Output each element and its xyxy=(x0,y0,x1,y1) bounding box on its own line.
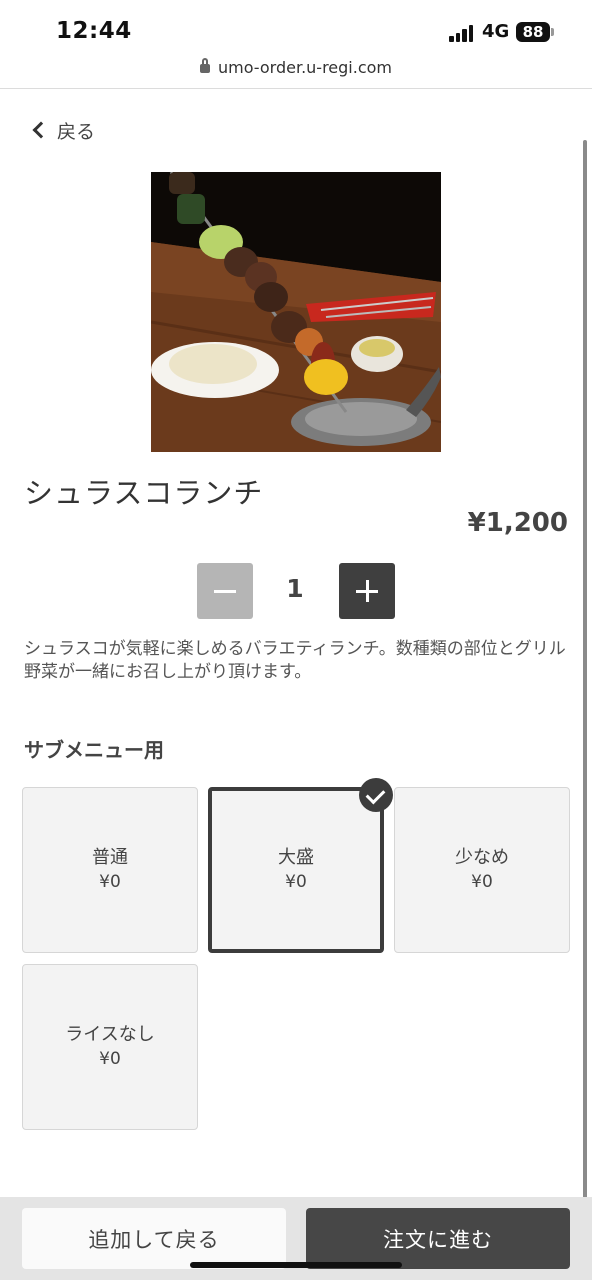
product-image xyxy=(151,172,441,452)
battery-icon: 88 xyxy=(516,22,550,42)
url-text: umo-order.u-regi.com xyxy=(217,58,392,77)
status-bar: 12:44 4G 88 xyxy=(0,0,592,56)
option-card-rice-nashi[interactable]: ライスなし ¥0 xyxy=(22,964,198,1130)
option-card-omori[interactable]: 大盛 ¥0 xyxy=(208,787,384,953)
back-button[interactable]: 戻る xyxy=(30,116,95,144)
option-name: ライスなし xyxy=(65,1024,155,1045)
product-price: ¥1,200 xyxy=(467,508,568,538)
home-indicator[interactable] xyxy=(190,1262,402,1268)
option-card-futsu[interactable]: 普通 ¥0 xyxy=(22,787,198,953)
product-description: シュラスコが気軽に楽しめるバラエティランチ。数種類の部位とグリル野菜が一緒にお召… xyxy=(24,639,566,682)
proceed-to-order-button[interactable]: 注文に進む xyxy=(306,1208,570,1269)
scrollbar[interactable] xyxy=(583,140,587,1208)
product-title: シュラスコランチ xyxy=(24,476,264,510)
option-price: ¥0 xyxy=(99,1049,121,1069)
back-label: 戻る xyxy=(57,120,96,143)
url-display[interactable]: umo-order.u-regi.com xyxy=(0,58,592,77)
chevron-left-icon xyxy=(32,121,50,139)
option-name: 少なめ xyxy=(455,847,509,868)
quantity-value: 1 xyxy=(286,574,304,603)
add-and-back-button[interactable]: 追加して戻る xyxy=(22,1208,286,1269)
signal-icon xyxy=(449,24,475,42)
quantity-decrease-button[interactable] xyxy=(197,563,253,619)
option-price: ¥0 xyxy=(99,872,121,892)
churrasco-photo xyxy=(151,172,441,452)
clock: 12:44 xyxy=(56,18,132,44)
option-name: 大盛 xyxy=(278,847,314,868)
option-card-sukuname[interactable]: 少なめ ¥0 xyxy=(394,787,570,953)
submenu-title: サブメニュー用 xyxy=(24,738,164,762)
lock-icon xyxy=(199,58,210,73)
battery-tip xyxy=(551,28,554,36)
option-name: 普通 xyxy=(92,847,128,868)
checkmark-icon xyxy=(359,778,393,812)
network-type: 4G xyxy=(482,21,510,42)
address-bar[interactable]: umo-order.u-regi.com xyxy=(0,56,592,89)
option-price: ¥0 xyxy=(471,872,493,892)
option-price: ¥0 xyxy=(285,872,307,892)
quantity-increase-button[interactable] xyxy=(339,563,395,619)
